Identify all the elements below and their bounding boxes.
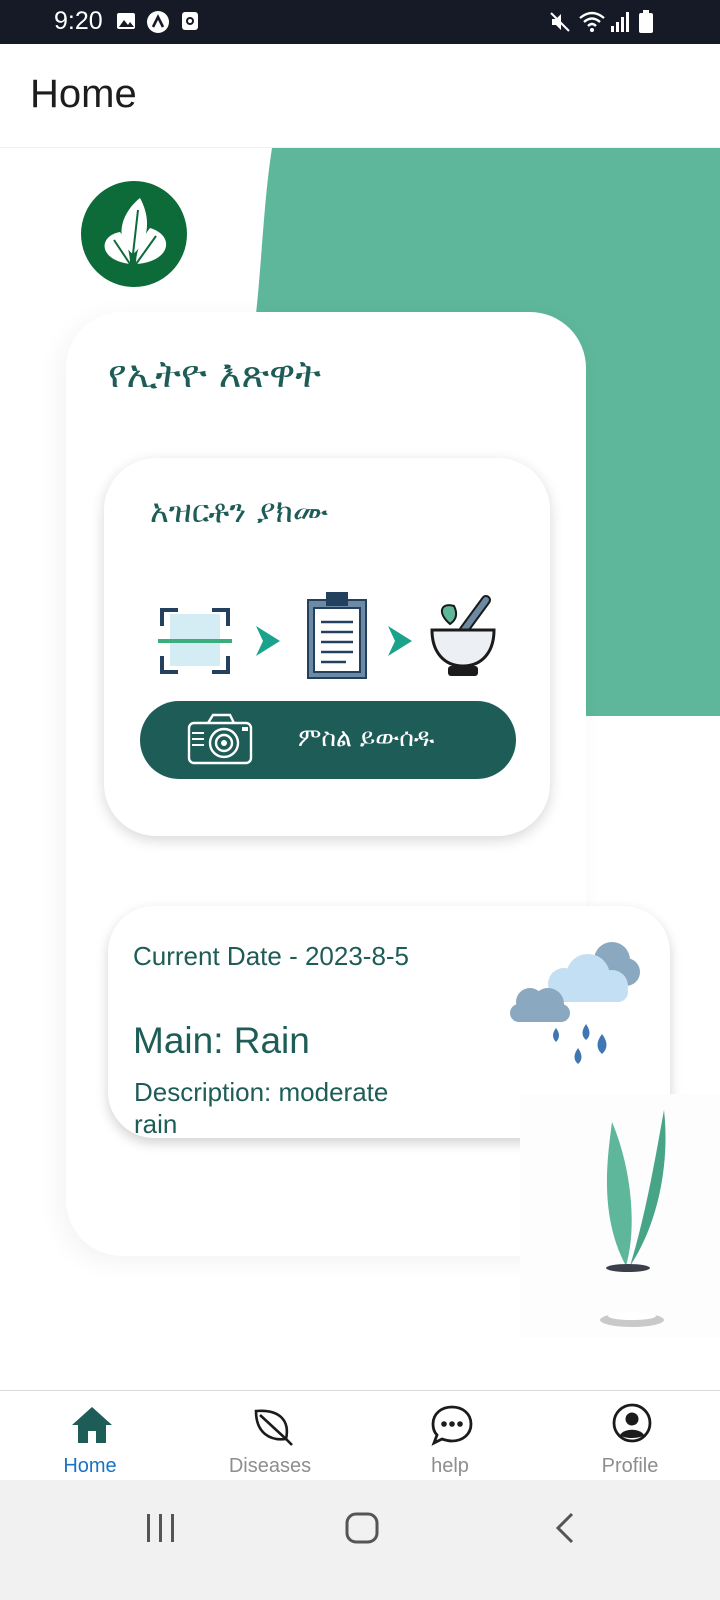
take-photo-button[interactable]: ምስል ይውሰዱ bbox=[140, 701, 516, 779]
leaf-icon bbox=[250, 1403, 294, 1451]
screen-record-icon bbox=[180, 10, 200, 36]
wifi-icon bbox=[578, 10, 606, 38]
image-icon bbox=[115, 10, 137, 36]
app-bar: Home bbox=[0, 44, 720, 148]
page-title: Home bbox=[30, 72, 137, 116]
profile-icon bbox=[610, 1403, 654, 1451]
plant-panel bbox=[520, 1094, 720, 1338]
treat-plant-card: አዝርቶን ያክሙ ምስል ይውሰዱ bbox=[104, 458, 550, 836]
nav-label-help: help bbox=[431, 1455, 469, 1477]
nav-label-home: Home bbox=[63, 1455, 117, 1477]
weather-main: Main: Rain bbox=[133, 1020, 310, 1061]
take-photo-label: ምስል ይውሰዱ bbox=[298, 723, 435, 752]
leaf-logo-icon bbox=[80, 180, 188, 288]
plant-illustration bbox=[600, 1094, 690, 1338]
signal-icon bbox=[610, 10, 632, 38]
weather-description: Description: moderate rain bbox=[134, 1077, 389, 1139]
app-notification-icon bbox=[146, 10, 170, 38]
scan-card-title: አዝርቶን ያክሙ bbox=[150, 492, 329, 530]
recents-icon[interactable] bbox=[144, 1508, 178, 1552]
nav-item-diseases[interactable]: Diseases bbox=[200, 1391, 340, 1481]
status-time: 9:20 bbox=[54, 7, 103, 35]
back-icon[interactable] bbox=[550, 1508, 580, 1552]
system-navigation-bar bbox=[0, 1480, 720, 1600]
rain-cloud-icon bbox=[508, 926, 648, 1070]
nav-item-help[interactable]: help bbox=[380, 1391, 520, 1481]
scan-icon bbox=[158, 604, 232, 682]
nav-item-home[interactable]: Home bbox=[20, 1391, 160, 1481]
bottom-navigation: Home Diseases help Profile bbox=[0, 1390, 720, 1480]
clipboard-icon bbox=[306, 590, 368, 684]
app-name: የኢትዮ እጽዋት bbox=[108, 352, 321, 396]
chevron-right-icon bbox=[384, 624, 414, 662]
home-circle-icon[interactable] bbox=[342, 1508, 382, 1552]
nav-item-profile[interactable]: Profile bbox=[560, 1391, 700, 1481]
battery-icon bbox=[638, 10, 654, 38]
mute-icon bbox=[548, 10, 572, 38]
current-date: Current Date - 2023-8-5 bbox=[133, 941, 410, 971]
nav-label-profile: Profile bbox=[601, 1455, 659, 1477]
home-content: የኢትዮ እጽዋት አዝርቶን ያክሙ ምስል ይውሰዱ Current Dat… bbox=[0, 148, 720, 1390]
chat-icon bbox=[430, 1403, 474, 1451]
status-bar: 9:20 bbox=[0, 0, 720, 44]
nav-label-diseases: Diseases bbox=[228, 1455, 312, 1477]
camera-icon bbox=[186, 711, 254, 771]
home-icon bbox=[70, 1403, 114, 1451]
chevron-right-icon bbox=[252, 624, 282, 662]
mortar-pestle-icon bbox=[428, 590, 498, 684]
